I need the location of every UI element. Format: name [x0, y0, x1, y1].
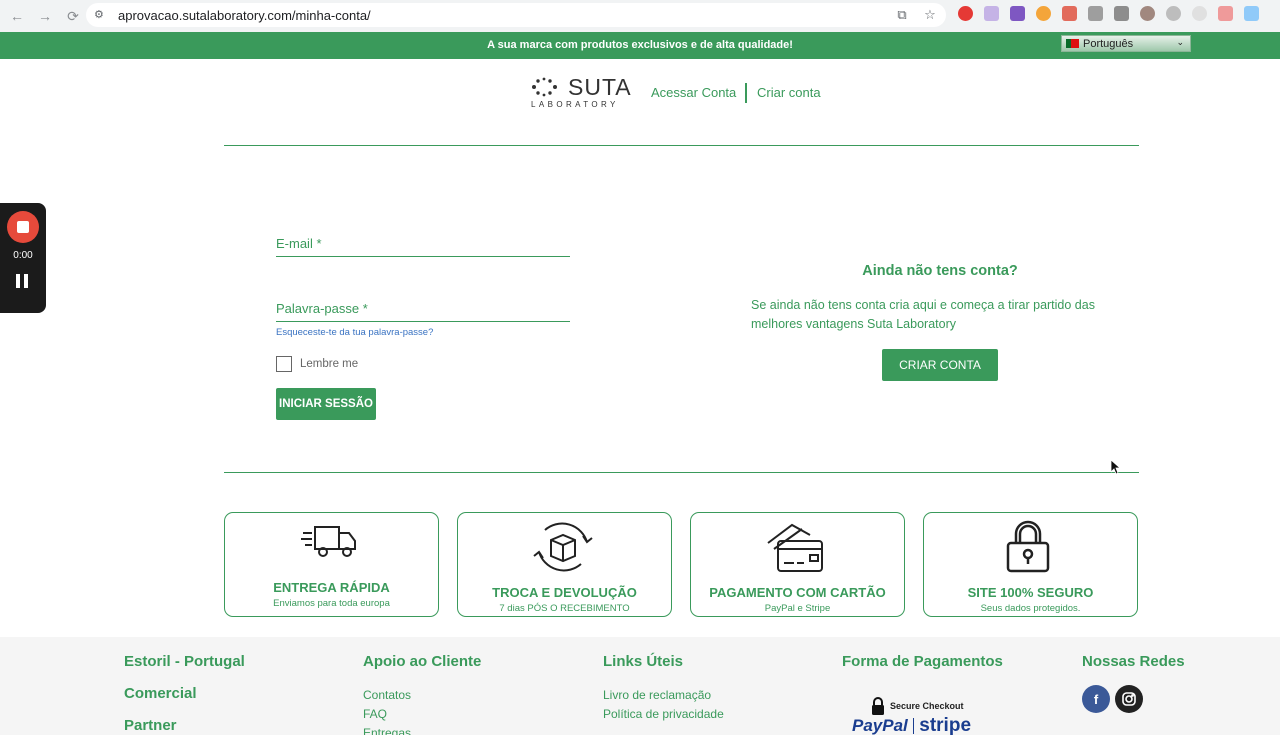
site-settings-icon[interactable]: ⚙	[94, 8, 108, 22]
extension-blue-icon[interactable]	[1244, 6, 1259, 21]
extension-t-icon[interactable]	[1114, 6, 1129, 21]
footer-link-faq[interactable]: FAQ	[363, 707, 387, 721]
password-field[interactable]	[276, 296, 570, 322]
extension-orange-icon[interactable]	[1036, 6, 1051, 21]
paypal-logo: PayPal	[852, 717, 908, 735]
remember-me-label: Lembre me	[300, 358, 359, 370]
facebook-icon[interactable]: f	[1082, 685, 1110, 713]
extension-pen-icon[interactable]	[984, 6, 999, 21]
forward-arrow-icon[interactable]: →	[34, 5, 56, 27]
feature-subtitle: PayPal e Stripe	[764, 603, 831, 614]
secure-checkout: Secure Checkout	[871, 696, 964, 716]
logo-dots-icon	[532, 77, 557, 97]
feature-title: ENTREGA RÁPIDA	[273, 580, 390, 595]
footer-link-complaints[interactable]: Livro de reclamação	[603, 688, 711, 702]
chevron-down-icon: ⌄	[1176, 37, 1184, 47]
footer-partner[interactable]: Partner	[124, 717, 177, 734]
register-link[interactable]: Criar conta	[757, 85, 821, 100]
lock-icon	[872, 697, 884, 715]
feature-subtitle: 7 dias PÓS O RECEBIMENTO	[499, 603, 630, 614]
password-input[interactable]	[276, 296, 570, 320]
payment-logos: PayPal stripe	[852, 717, 971, 735]
feature-card-returns: TROCA E DEVOLUÇÃO 7 dias PÓS O RECEBIMEN…	[457, 512, 672, 617]
feature-card-security: SITE 100% SEGURO Seus dados protegidos.	[923, 512, 1138, 617]
feature-title: SITE 100% SEGURO	[967, 585, 1094, 600]
logo-main-text: SUTA	[568, 74, 632, 100]
footer-link-deliveries[interactable]: Entregas	[363, 726, 411, 735]
address-bar[interactable]: ⚙ aprovacao.sutalaboratory.com/minha-con…	[86, 3, 946, 27]
mouse-cursor-icon	[1111, 460, 1121, 475]
pause-icon[interactable]	[16, 274, 28, 288]
footer-link-contacts[interactable]: Contatos	[363, 688, 411, 702]
feature-subtitle: Enviamos para toda europa	[273, 598, 390, 609]
language-select[interactable]: Português ⌄	[1061, 35, 1191, 52]
feature-subtitle: Seus dados protegidos.	[980, 603, 1081, 614]
email-field[interactable]	[276, 231, 570, 257]
logo-sub-text: LABORATORY	[531, 100, 619, 109]
back-arrow-icon[interactable]: ←	[6, 5, 28, 27]
extension-grid-icon[interactable]	[1218, 6, 1233, 21]
reload-icon[interactable]: ⟳	[62, 5, 84, 27]
recording-timer: 0:00	[13, 250, 33, 261]
stop-recording-button[interactable]	[7, 211, 39, 243]
header-divider	[745, 83, 747, 103]
suta-logo[interactable]: SUTA LABORATORY	[530, 74, 632, 110]
content-rule	[224, 472, 1139, 473]
footer-link-privacy[interactable]: Política de privacidade	[603, 707, 724, 721]
translate-icon[interactable]: ⧉	[894, 7, 910, 23]
portugal-flag-icon	[1066, 39, 1079, 48]
credit-card-icon	[767, 523, 823, 572]
language-select-value: Português	[1083, 37, 1134, 50]
remember-me[interactable]: Lembre me	[276, 356, 358, 372]
feature-title: PAGAMENTO COM CARTÃO	[709, 585, 886, 600]
feature-card-delivery: ENTREGA RÁPIDA Enviamos para toda europa	[224, 512, 439, 617]
browser-toolbar: ← → ⟳ ⚙ aprovacao.sutalaboratory.com/min…	[0, 0, 1280, 32]
email-input[interactable]	[276, 231, 570, 255]
extension-chat-icon[interactable]	[1192, 6, 1207, 21]
create-account-button[interactable]: CRIAR CONTA	[882, 349, 998, 381]
register-text: Se ainda não tens conta cria aqui e come…	[751, 298, 1095, 331]
stripe-logo: stripe	[919, 717, 972, 735]
padlock-icon	[1006, 520, 1050, 573]
screen-recorder-widget: 0:00	[0, 203, 46, 313]
feature-card-payment: PAGAMENTO COM CARTÃO PayPal e Stripe	[690, 512, 905, 617]
instagram-icon[interactable]	[1115, 685, 1143, 713]
header-rule	[224, 145, 1139, 146]
footer-support-title: Apoio ao Cliente	[363, 653, 482, 670]
extension-red-icon[interactable]	[958, 6, 973, 21]
footer-social-title: Nossas Redes	[1082, 653, 1185, 670]
forgot-password-link[interactable]: Esqueceste-te da tua palavra-passe?	[276, 327, 433, 338]
footer-location[interactable]: Estoril - Portugal	[124, 653, 245, 670]
extension-shield-icon[interactable]	[1062, 6, 1077, 21]
login-button[interactable]: INICIAR SESSÃO	[276, 388, 376, 420]
bookmark-star-icon[interactable]: ☆	[922, 7, 938, 23]
url-text: aprovacao.sutalaboratory.com/minha-conta…	[118, 7, 371, 23]
feature-title: TROCA E DEVOLUÇÃO	[492, 585, 637, 600]
return-box-icon	[533, 522, 593, 572]
promo-banner: A sua marca com produtos exclusivos e de…	[0, 32, 1280, 59]
extension-purple-icon[interactable]	[1010, 6, 1025, 21]
extension-b-icon[interactable]	[1088, 6, 1103, 21]
footer-links-title: Links Úteis	[603, 653, 684, 670]
footer-payment-title: Forma de Pagamentos	[842, 653, 1003, 670]
payment-divider	[912, 718, 915, 734]
extensions-bar	[958, 6, 1259, 21]
extension-cookie-icon[interactable]	[1140, 6, 1155, 21]
secure-checkout-label: Secure Checkout	[890, 701, 964, 711]
footer: Estoril - Portugal Comercial Partner Apo…	[0, 637, 1280, 735]
stop-icon	[17, 221, 29, 233]
register-title: Ainda não tens conta?	[862, 263, 1018, 279]
remember-me-checkbox[interactable]	[276, 356, 292, 372]
truck-icon	[301, 526, 356, 557]
login-link[interactable]: Acessar Conta	[651, 85, 736, 100]
extension-globe-icon[interactable]	[1166, 6, 1181, 21]
footer-commercial[interactable]: Comercial	[124, 685, 197, 702]
